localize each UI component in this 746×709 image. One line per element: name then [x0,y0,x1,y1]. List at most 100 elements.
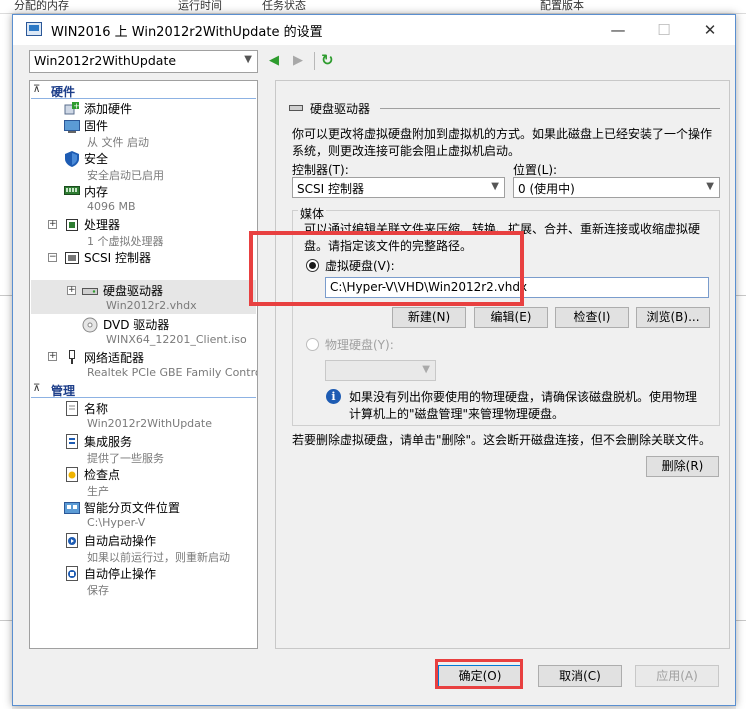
new-disk-button[interactable]: 新建(N) [392,307,466,328]
panel-title: 硬盘驱动器 [310,102,371,116]
tree-item-scsi-controller[interactable]: SCSI 控制器 [84,249,151,266]
minimize-button[interactable]: — [595,15,641,45]
processor-icon [64,218,80,232]
info-icon: i [326,389,341,404]
tree-item-hard-drive-detail: Win2012r2.vhdx [106,299,197,312]
tree-section-label: 管理 [51,384,76,398]
tree-item-dvd-drive-detail: WINX64_12201_Client.iso [106,333,247,346]
tree-item-dvd-drive[interactable]: DVD 驱动器 [103,316,169,333]
tree-item-network-adapter[interactable]: 网络适配器 [84,349,144,366]
shield-icon [64,151,80,167]
svg-text:+: + [73,102,80,110]
tree-section-hardware[interactable]: ⊼ 硬件 [31,83,256,99]
tree-item-security-detail: 安全启动已启用 [87,169,164,182]
background-column-header: 分配的内存 运行时间 任务状态 配置版本 [0,0,746,14]
panel-description-line-2: 系统，则更改连接可能会阻止虚拟机启动。 [292,144,521,158]
tree-item-processor[interactable]: 处理器 [84,216,120,233]
panel-title-rule [380,108,720,109]
expand-icon[interactable]: + [48,352,57,361]
chevron-down-icon: ▼ [244,54,252,65]
smart-paging-icon [64,500,80,514]
title-bar: WIN2016 上 Win2012r2WithUpdate 的设置 — ☐ ✕ [13,15,735,45]
tree-item-smart-paging-detail: C:\Hyper-V [87,516,146,529]
tree-section-management[interactable]: ⊼ 管理 [31,382,256,398]
remove-description: 若要删除虚拟硬盘，请单击"删除"。这会断开磁盘连接，但不会删除关联文件。 [292,433,712,447]
settings-dialog: WIN2016 上 Win2012r2WithUpdate 的设置 — ☐ ✕ … [12,14,736,706]
bg-column-status: 任务状态 [262,0,306,12]
memory-icon [64,185,80,199]
collapse-icon[interactable]: ⊼ [33,383,40,394]
tree-item-firmware[interactable]: 固件 [84,117,108,134]
location-select[interactable]: 0 (使用中) ▼ [513,177,720,198]
auto-start-icon [64,533,80,548]
collapse-icon[interactable]: ⊼ [33,84,40,95]
chevron-down-icon: ▼ [491,181,499,192]
name-icon [64,401,80,416]
tree-item-name-detail: Win2012r2WithUpdate [87,417,212,430]
hard-drive-settings-panel: 硬盘驱动器 你可以更改将虚拟硬盘附加到虚拟机的方式。如果此磁盘上已经安装了一个操… [275,80,730,649]
back-arrow-icon[interactable]: ◀ [269,53,279,68]
scsi-controller-icon [64,251,80,265]
hard-drive-icon [289,102,303,116]
refresh-icon[interactable]: ↻ [321,51,334,69]
tree-item-name[interactable]: 名称 [84,400,108,417]
tree-item-integration-services[interactable]: 集成服务 [84,433,132,450]
edit-disk-button[interactable]: 编辑(E) [474,307,548,328]
physical-disk-info-line-1: 如果没有列出你要使用的物理硬盘，请确保该磁盘脱机。使用物理 [349,390,698,404]
background-left [0,14,12,709]
tree-item-network-adapter-detail: Realtek PCIe GBE Family Controller ... [87,366,257,379]
toolbar-separator [314,52,315,70]
annotation-highlight-ok-button [435,659,523,689]
vm-selector[interactable]: Win2012r2WithUpdate ▼ [29,50,258,73]
checkpoint-icon [64,467,80,482]
tree-item-auto-stop-detail: 保存 [87,584,109,597]
integration-services-icon [64,434,80,449]
forward-arrow-icon[interactable]: ▶ [293,53,303,68]
controller-select[interactable]: SCSI 控制器 ▼ [292,177,505,198]
expand-icon[interactable]: + [48,220,57,229]
expand-icon[interactable]: + [67,286,76,295]
browse-button[interactable]: 浏览(B)... [636,307,710,328]
close-button[interactable]: ✕ [687,15,733,45]
dvd-drive-icon [82,317,98,333]
add-hardware-icon: + [64,101,80,116]
tree-item-auto-start[interactable]: 自动启动操作 [84,532,156,549]
bg-divider [736,295,746,296]
remove-button[interactable]: 删除(R) [646,456,719,477]
bg-divider [0,620,12,621]
location-select-value: 0 (使用中) [518,182,575,196]
window-title: WIN2016 上 Win2012r2WithUpdate 的设置 [51,25,323,40]
tree-item-smart-paging[interactable]: 智能分页文件位置 [84,499,180,516]
tree-item-checkpoint[interactable]: 检查点 [84,466,120,483]
maximize-button[interactable]: ☐ [641,15,687,45]
bg-divider [0,295,12,296]
physical-disk-select[interactable]: ▼ [325,360,436,381]
annotation-highlight-virtual-disk [249,231,524,306]
background-right [736,14,746,709]
media-label: 媒体 [298,205,327,222]
inspect-disk-button[interactable]: 检查(I) [555,307,629,328]
controller-label: 控制器(T): [292,163,349,177]
tree-item-processor-detail: 1 个虚拟处理器 [87,235,164,248]
bg-column-uptime: 运行时间 [178,0,222,12]
panel-description-line-1: 你可以更改将虚拟硬盘附加到虚拟机的方式。如果此磁盘上已经安装了一个操作 [292,127,713,141]
tree-item-security[interactable]: 安全 [84,150,108,167]
physical-disk-radio[interactable] [306,338,319,351]
physical-disk-label: 物理硬盘(Y): [325,338,394,352]
firmware-icon [64,119,80,133]
physical-disk-info-line-2: 计算机上的"磁盘管理"来管理物理硬盘。 [349,407,565,421]
tree-item-auto-stop[interactable]: 自动停止操作 [84,565,156,582]
chevron-down-icon: ▼ [706,181,714,192]
apply-button[interactable]: 应用(A) [635,665,719,687]
vm-selector-value: Win2012r2WithUpdate [34,53,177,68]
tree-item-add-hardware[interactable]: 添加硬件 [84,100,132,117]
cancel-button[interactable]: 取消(C) [538,665,622,687]
tree-section-label: 硬件 [51,85,76,99]
tree-item-memory[interactable]: 内存 [84,183,108,200]
location-label: 位置(L): [513,163,558,177]
tree-item-hard-drive[interactable]: 硬盘驱动器 [103,282,163,299]
bg-divider [736,620,746,621]
collapse-icon[interactable]: − [48,253,57,262]
controller-select-value: SCSI 控制器 [297,182,364,196]
hard-drive-icon [82,285,98,299]
